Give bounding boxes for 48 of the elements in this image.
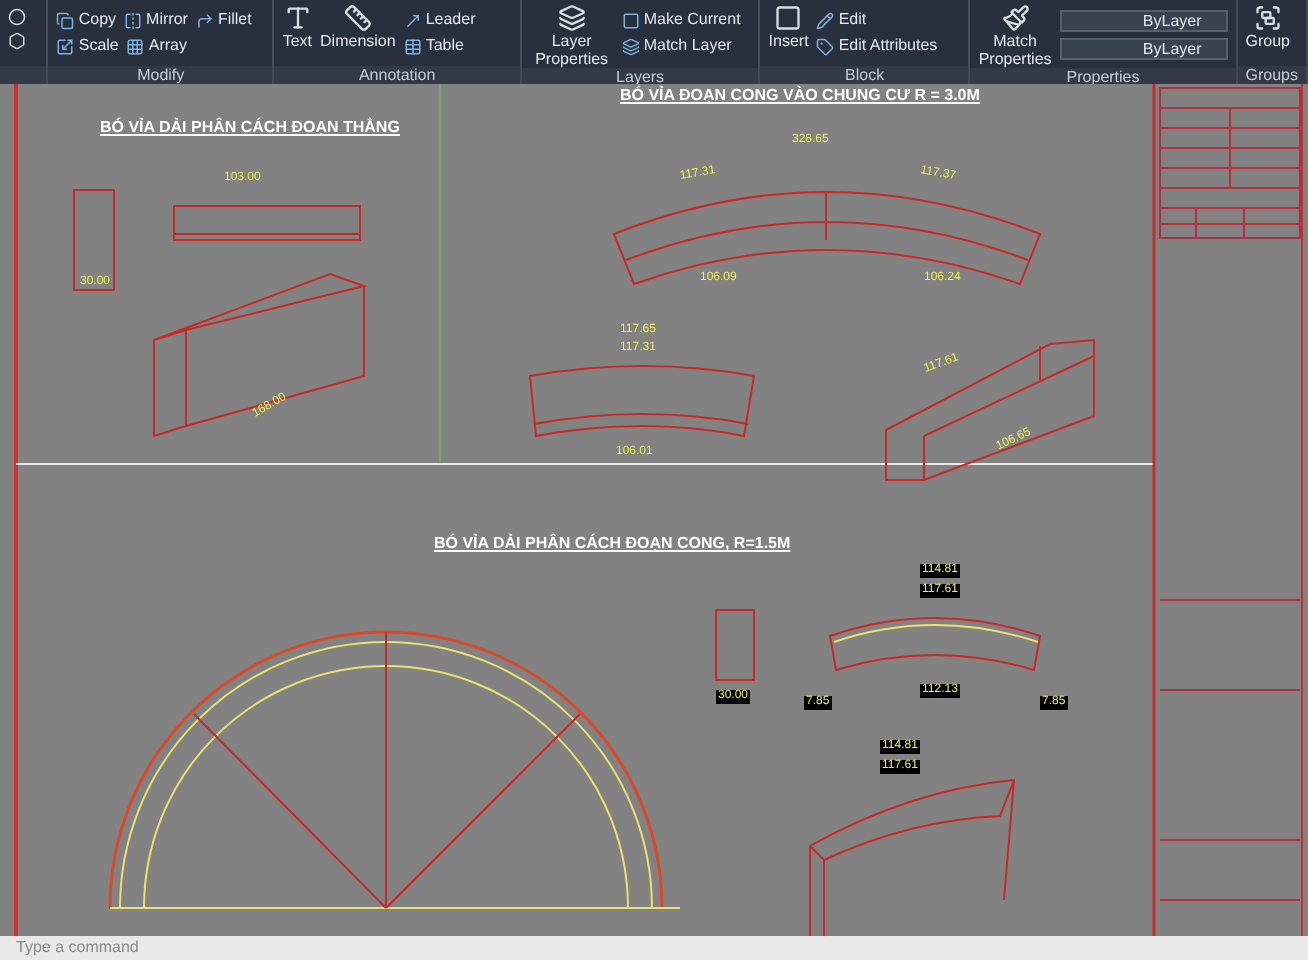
- ribbon-tool-button[interactable]: Match Properties: [978, 4, 1052, 68]
- tool-icon: [557, 4, 586, 32]
- property-dropdown[interactable]: ByLayer: [1059, 38, 1228, 60]
- ribbon-tool-button[interactable]: Copy: [56, 10, 117, 30]
- ribbon-tool-button[interactable]: Make Current: [621, 10, 741, 30]
- panel-label[interactable]: Annotation: [274, 66, 520, 84]
- command-input[interactable]: Type a command: [0, 936, 1308, 960]
- tool-icon: [126, 37, 145, 55]
- tool-icon: [621, 37, 640, 55]
- panel-label[interactable]: Block: [760, 66, 969, 84]
- polygon-icon[interactable]: [8, 32, 26, 50]
- drawing-title: BÓ VỈA DẢI PHÂN CÁCH ĐOẠN THẲNG: [100, 116, 400, 140]
- tool-icon: [816, 11, 835, 29]
- ribbon-tool-button[interactable]: Text: [282, 4, 313, 50]
- ribbon-tool-button[interactable]: Match Layer: [621, 36, 732, 56]
- ribbon-tool-button[interactable]: Fillet: [195, 10, 252, 30]
- tool-icon: [403, 37, 422, 55]
- tool-icon: [56, 11, 75, 29]
- ribbon-tool-button[interactable]: Array: [126, 36, 187, 56]
- tool-icon: [124, 11, 143, 29]
- curb-front-view-drawing: [73, 189, 115, 291]
- ribbon-tool-button[interactable]: Table: [403, 36, 464, 56]
- ribbon-tool-button[interactable]: Scale: [56, 36, 119, 56]
- tool-icon: [403, 11, 422, 29]
- tool-icon: [774, 4, 803, 32]
- ribbon-tool-button[interactable]: Edit Attributes: [816, 36, 938, 56]
- panel-label[interactable]: Groups: [1237, 66, 1306, 84]
- drawing-title: BÓ VỈA ĐOẠN CONG VÀO CHUNG CƯ R = 3.0M: [620, 84, 980, 108]
- tool-icon: [1001, 4, 1030, 32]
- tool-icon: [621, 11, 640, 29]
- ribbon-tool-button[interactable]: Mirror: [124, 10, 188, 30]
- tool-icon: [283, 4, 312, 32]
- tool-icon: [816, 37, 835, 55]
- ribbon-tool-button[interactable]: Insert: [768, 4, 809, 50]
- property-dropdown[interactable]: ByLayer: [1059, 10, 1228, 32]
- tool-icon: [56, 37, 75, 55]
- panel-label[interactable]: Modify: [48, 66, 273, 84]
- drawing-title: BÓ VỈA DẢI PHÂN CÁCH ĐOẠN CONG, R=1.5M: [434, 532, 791, 556]
- tool-icon: [343, 4, 372, 32]
- tool-icon: [1253, 4, 1282, 32]
- ribbon-tool-button[interactable]: Leader: [403, 10, 476, 30]
- ribbon-tool-button[interactable]: Edit: [816, 10, 867, 30]
- circle-icon[interactable]: [8, 8, 26, 26]
- ribbon-tool-button[interactable]: Group: [1245, 4, 1290, 50]
- curb-section-drawing: [715, 609, 755, 681]
- ribbon-tool-button[interactable]: Dimension: [320, 4, 396, 50]
- tool-icon: [195, 11, 214, 29]
- ribbon-tool-button[interactable]: Layer Properties: [529, 4, 614, 68]
